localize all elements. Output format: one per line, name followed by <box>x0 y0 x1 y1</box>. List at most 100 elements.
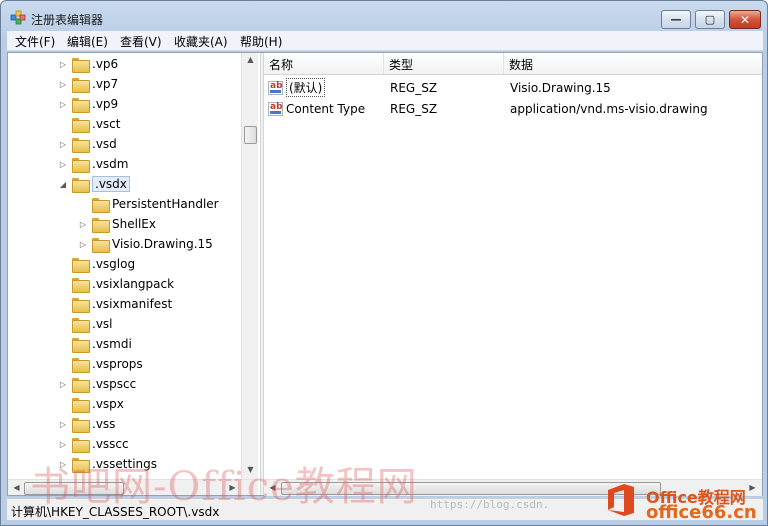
menu-edit[interactable]: 编辑(E) <box>67 33 108 50</box>
scroll-up-icon[interactable]: ▲ <box>242 55 259 64</box>
folder-icon <box>72 297 90 313</box>
tree-vertical-scrollbar[interactable]: ▲ ▼ <box>241 53 258 479</box>
collapsed-arrow-icon[interactable]: ▷ <box>58 140 68 149</box>
tree-item[interactable]: ▷ .vspscc <box>58 374 136 394</box>
scroll-right-icon[interactable]: ▶ <box>744 483 761 492</box>
folder-icon <box>72 157 90 173</box>
collapsed-arrow-icon[interactable]: ▷ <box>58 80 68 89</box>
value-data: application/vnd.ms-visio.drawing <box>510 101 708 116</box>
close-icon: ✕ <box>739 12 751 27</box>
tree-item-label: .vsmdi <box>92 337 132 351</box>
collapsed-arrow-icon[interactable]: ▷ <box>58 420 68 429</box>
list-hscroll-thumb[interactable] <box>281 482 661 495</box>
tree-item-label: ShellEx <box>112 217 156 231</box>
close-button[interactable]: ✕ <box>729 10 761 29</box>
tree-item[interactable]: ▷ .vp9 <box>58 94 118 114</box>
tree-item-label: .vp7 <box>92 77 119 91</box>
tree-item[interactable]: ▷ .vp6 <box>58 54 118 74</box>
folder-icon <box>92 237 110 253</box>
collapsed-arrow-icon[interactable]: ▷ <box>58 380 68 389</box>
tree-item-label: .vsdm <box>92 157 129 171</box>
tree-item-label: .vspx <box>92 397 124 411</box>
scroll-right-icon[interactable]: ▶ <box>224 483 241 492</box>
title-bar[interactable]: 注册表编辑器 — ▢ ✕ <box>1 1 767 31</box>
tree-horizontal-scrollbar[interactable]: ◀ ▶ <box>8 479 258 495</box>
list-horizontal-scrollbar[interactable]: ◀ ▶ <box>264 479 762 496</box>
tree-item[interactable]: .vspx <box>58 394 124 414</box>
menu-file[interactable]: 文件(F) <box>15 33 55 50</box>
tree-item[interactable]: .vsl <box>58 314 113 334</box>
collapsed-arrow-icon[interactable]: ▷ <box>58 100 68 109</box>
tree-item[interactable]: PersistentHandler <box>78 194 219 214</box>
folder-icon <box>72 137 90 153</box>
registry-tree[interactable]: ▷ .vp6 ▷ .vp7 ▷ .vp9 .vsct ▷ .vsd ▷ .vsdm ◢ .vsdx Per… <box>8 53 260 495</box>
registry-editor-window: 注册表编辑器 — ▢ ✕ 文件(F) 编辑(E) 查看(V) 收藏夹(A) 帮助… <box>0 0 768 526</box>
collapsed-arrow-icon[interactable]: ▷ <box>78 240 88 249</box>
value-type: REG_SZ <box>390 101 438 116</box>
tree-item-label: .vsdx <box>92 176 130 192</box>
folder-icon <box>72 357 90 373</box>
scroll-left-icon[interactable]: ◀ <box>8 483 25 492</box>
maximize-button[interactable]: ▢ <box>695 10 725 29</box>
menu-view[interactable]: 查看(V) <box>120 33 162 50</box>
value-name-cell: ab (默认) <box>268 77 384 98</box>
minimize-icon: — <box>670 13 682 26</box>
tree-item-label: .vsixlangpack <box>92 277 175 291</box>
tree-item[interactable]: ▷ .vssettings <box>58 454 157 474</box>
menu-favorites[interactable]: 收藏夹(A) <box>174 33 228 50</box>
folder-icon <box>72 57 90 73</box>
tree-item[interactable]: ▷ .vsdm <box>58 154 128 174</box>
tree-item-label: Visio.Drawing.15 <box>112 237 213 251</box>
tree-item[interactable]: .vsglog <box>58 254 135 274</box>
column-header-name[interactable]: 名称 <box>264 53 384 75</box>
window-title: 注册表编辑器 <box>31 13 104 27</box>
column-header-type[interactable]: 类型 <box>384 53 504 75</box>
tree-item[interactable]: .vsixmanifest <box>58 294 172 314</box>
tree-item[interactable]: ▷ .vsscc <box>58 434 129 454</box>
expanded-arrow-icon[interactable]: ◢ <box>58 180 68 189</box>
value-list[interactable]: 名称 类型 数据 ab (默认) REG_SZ Visio.Drawing.15… <box>264 53 762 496</box>
column-header-data[interactable]: 数据 <box>504 53 762 75</box>
tree-item-label: .vsprops <box>92 357 143 371</box>
status-bar: 计算机\HKEY_CLASSES_ROOT\.vsdx <box>7 498 763 520</box>
collapsed-arrow-icon[interactable]: ▷ <box>58 160 68 169</box>
folder-icon <box>72 377 90 393</box>
tree-item-label: .vp9 <box>92 97 119 111</box>
scroll-down-icon[interactable]: ▼ <box>242 465 259 474</box>
tree-item[interactable]: .vsmdi <box>58 334 132 354</box>
folder-icon <box>72 417 90 433</box>
tree-item-label: .vsd <box>92 137 117 151</box>
status-path: 计算机\HKEY_CLASSES_ROOT\.vsdx <box>11 505 220 519</box>
tree-item[interactable]: .vsprops <box>58 354 143 374</box>
table-row[interactable]: ab Content Type REG_SZ application/vnd.m… <box>264 98 762 119</box>
folder-open-icon <box>72 177 90 193</box>
table-row[interactable]: ab (默认) REG_SZ Visio.Drawing.15 <box>264 77 762 98</box>
folder-icon <box>72 257 90 273</box>
tree-item[interactable]: ▷ Visio.Drawing.15 <box>78 234 213 254</box>
value-data: Visio.Drawing.15 <box>510 80 611 95</box>
client-area: ▷ .vp6 ▷ .vp7 ▷ .vp9 .vsct ▷ .vsd ▷ .vsdm ◢ .vsdx Per… <box>7 52 763 496</box>
tree-item[interactable]: ◢ .vsdx <box>58 174 130 194</box>
folder-icon <box>72 117 90 133</box>
collapsed-arrow-icon[interactable]: ▷ <box>58 60 68 69</box>
tree-item-label: .vp6 <box>92 57 119 71</box>
tree-vscroll-thumb[interactable] <box>244 126 257 144</box>
tree-item[interactable]: .vsct <box>58 114 120 134</box>
minimize-button[interactable]: — <box>661 10 691 29</box>
tree-item[interactable]: ▷ ShellEx <box>78 214 156 234</box>
tree-item[interactable]: ▷ .vsd <box>58 134 117 154</box>
tree-item-label: PersistentHandler <box>112 197 219 211</box>
collapsed-arrow-icon[interactable]: ▷ <box>58 460 68 469</box>
value-name: (默认) <box>286 78 326 97</box>
folder-icon <box>92 197 110 213</box>
tree-item[interactable]: ▷ .vp7 <box>58 74 118 94</box>
collapsed-arrow-icon[interactable]: ▷ <box>78 220 88 229</box>
folder-icon <box>72 77 90 93</box>
tree-item[interactable]: ▷ .vss <box>58 414 115 434</box>
tree-hscroll-thumb[interactable] <box>24 482 124 495</box>
string-value-icon: ab <box>268 101 283 116</box>
tree-item[interactable]: .vsixlangpack <box>58 274 174 294</box>
collapsed-arrow-icon[interactable]: ▷ <box>58 440 68 449</box>
scroll-left-icon[interactable]: ◀ <box>264 483 281 492</box>
menu-help[interactable]: 帮助(H) <box>240 33 282 50</box>
